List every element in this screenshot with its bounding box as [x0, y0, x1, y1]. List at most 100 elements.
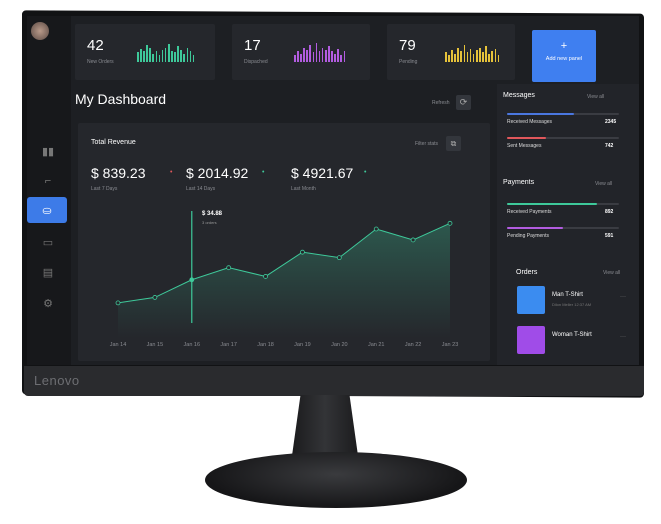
spark-bar [149, 47, 151, 62]
row-value: 2345 [605, 119, 617, 125]
basket-icon[interactable]: ⛀ [27, 197, 67, 223]
progress-bar [507, 113, 619, 115]
row-label: Pending Payments [507, 233, 549, 239]
messages-view-all[interactable]: View all [587, 94, 604, 100]
data-point [115, 300, 121, 306]
data-point [410, 237, 416, 243]
spark-bar [174, 52, 176, 62]
orders-title: Orders [516, 269, 538, 276]
spark-bar [155, 51, 158, 62]
refresh-icon[interactable]: ⟳ [456, 95, 471, 110]
spark-bar [497, 54, 500, 62]
orders-view-all[interactable]: View all [603, 270, 620, 276]
order-thumbnail [517, 326, 545, 354]
spark-bar [475, 50, 478, 62]
spark-bar [454, 53, 456, 62]
stat-card[interactable]: 42 New Orders [75, 24, 215, 80]
spark-bar [152, 53, 155, 62]
spark-bar [479, 47, 481, 62]
spark-bar [189, 51, 192, 62]
order-name[interactable]: Woman T-Shirt [552, 332, 592, 338]
tooltip-value: $ 34.88 [202, 211, 223, 217]
more-icon[interactable]: ··· [620, 334, 626, 340]
x-tick-label: Jan 20 [331, 342, 348, 348]
payments-view-all[interactable]: View all [595, 181, 612, 187]
spark-bar [161, 50, 164, 62]
plus-icon: + [560, 40, 568, 52]
spark-bar [164, 47, 167, 62]
x-tick-label: Jan 15 [147, 342, 164, 348]
spark-bar [294, 54, 296, 62]
paint-roller-icon[interactable]: ⌐ [33, 168, 63, 194]
messages-title: Messages [503, 92, 535, 99]
spark-bar [309, 45, 312, 62]
spark-bar [171, 51, 173, 62]
spark-bar [137, 52, 139, 62]
spark-bar [140, 48, 142, 62]
add-new-panel-button[interactable]: + Add new panel [532, 30, 596, 82]
spark-bar [324, 50, 327, 62]
spark-bar [192, 54, 195, 62]
stat-label: Dispached [244, 59, 268, 65]
data-point [300, 249, 305, 255]
data-point [226, 265, 232, 271]
payments-title: Payments [503, 179, 535, 186]
spark-bar [445, 52, 447, 62]
spark-bar [448, 54, 450, 62]
revenue-card: Total Revenue Filter stats ⧉ $ 839.23 • … [78, 123, 490, 361]
spark-bar [321, 47, 324, 62]
spark-bar [186, 47, 189, 62]
gear-icon[interactable]: ⚙ [33, 290, 63, 316]
order-name[interactable]: Man T-Shirt [552, 292, 583, 298]
x-tick-label: Jan 17 [220, 342, 237, 348]
bar-chart-icon[interactable]: ▮▮ [33, 138, 63, 164]
monitor-screen: ▮▮ ⌐ ⛀ ▭ ▤ ⚙ 42 New Orders 17 Dispached … [27, 16, 639, 365]
spark-bar [177, 46, 179, 62]
avatar[interactable] [31, 22, 49, 40]
sparkline [294, 42, 346, 62]
document-icon[interactable]: ▤ [33, 259, 63, 285]
progress-bar [507, 137, 619, 139]
monitor-chin [24, 366, 644, 396]
spark-bar [300, 53, 302, 62]
spark-bar [343, 51, 346, 62]
sidebar: ▮▮ ⌐ ⛀ ▭ ▤ ⚙ [27, 16, 71, 365]
spark-bar [297, 51, 299, 62]
x-tick-label: Jan 22 [405, 342, 422, 348]
spark-bar [158, 54, 161, 62]
lenovo-logo: Lenovo [34, 373, 80, 388]
chat-icon[interactable]: ▭ [33, 229, 63, 255]
data-point [263, 274, 268, 279]
row-label: Received Payments [507, 209, 552, 215]
spark-bar [303, 47, 305, 62]
data-point [189, 277, 195, 283]
stat-label: Pending [399, 59, 418, 65]
data-point [152, 295, 158, 300]
stat-card[interactable]: 17 Dispached [232, 24, 370, 80]
x-tick-label: Jan 18 [257, 342, 274, 348]
spark-bar [340, 54, 342, 62]
progress-bar [507, 227, 619, 229]
sparkline [445, 42, 500, 62]
spark-bar [337, 48, 339, 62]
order-meta: Dilon Meller 12:37 AM [552, 302, 592, 307]
x-tick-label: Jan 23 [442, 342, 459, 348]
spark-bar [180, 50, 182, 62]
spark-bar [494, 48, 497, 62]
area-fill [118, 223, 450, 338]
row-label: Received Messages [507, 119, 553, 125]
stat-value: 17 [244, 37, 261, 54]
more-icon[interactable]: ··· [620, 294, 626, 300]
row-value: 591 [605, 233, 614, 239]
spark-bar [143, 51, 145, 62]
row-value: 742 [605, 143, 614, 149]
spark-bar [488, 53, 490, 62]
sparkline [137, 42, 195, 62]
row-value: 892 [605, 209, 614, 215]
spark-bar [491, 51, 493, 62]
x-tick-label: Jan 14 [110, 342, 127, 348]
x-tick-label: Jan 19 [294, 342, 311, 348]
tooltip-sub: 3 orders [202, 220, 217, 225]
stat-card[interactable]: 79 Pending [387, 24, 515, 80]
spark-bar [334, 53, 336, 62]
